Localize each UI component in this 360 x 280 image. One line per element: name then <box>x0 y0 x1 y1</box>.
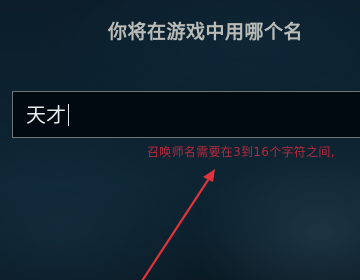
page-heading: 你将在游戏中用哪个名 <box>108 21 304 43</box>
arrow-shaft <box>141 175 212 280</box>
text-caret <box>68 103 69 126</box>
summoner-name-value: 天才 <box>26 102 66 127</box>
arrow-head <box>203 169 215 182</box>
name-length-error-message: 召唤师名需要在3到16个字符之间, <box>147 145 335 159</box>
summoner-name-input[interactable]: 天才 <box>12 91 360 138</box>
